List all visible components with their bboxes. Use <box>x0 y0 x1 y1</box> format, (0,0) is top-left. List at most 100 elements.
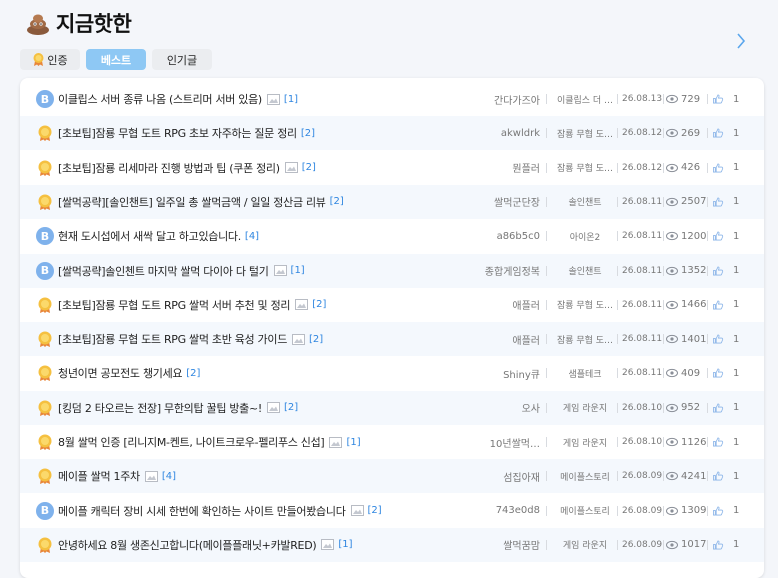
list-item[interactable]: [초보팁]잠룡 리세마라 진행 방법과 팁 (쿠폰 정리) [2] 뭔플러 잠룡 무협… <box>20 151 764 185</box>
eye-icon <box>666 403 678 412</box>
chevron-right-icon[interactable] <box>734 30 748 52</box>
post-title: 현재 도시섭에서 새싹 달고 하고있습니다. <box>58 230 241 244</box>
list-item[interactable]: 청년이면 공모전도 챙기세요 [2] Shiny큐 샘플테크 26.08.11 409 1 <box>20 356 764 390</box>
view-count-value: 1017 <box>681 539 707 551</box>
eye-icon <box>666 506 678 515</box>
tab-certified[interactable]: 인증 <box>20 49 80 70</box>
list-item[interactable]: B [쌀먹공략]솔인첸트 마지막 쌀먹 다이아 다 털기 [1] 종합게임정복 솔인챈트… <box>20 253 764 288</box>
post-title-link[interactable]: 메이플 캐릭터 장비 시세 한번에 확인하는 사이트 만들어봤습니다 [2] <box>58 494 382 528</box>
post-category[interactable]: 메이플스토리 <box>550 494 620 528</box>
post-author[interactable]: 섬집아재 <box>460 459 540 493</box>
post-category[interactable]: 솔인챈트 <box>550 254 620 288</box>
post-title-link[interactable]: [쌀먹공략][솔인챈트] 일주일 총 쌀먹금액 / 일일 정산금 리뷰 [2] <box>58 185 344 219</box>
view-count: 1352 <box>666 254 716 288</box>
post-title-link[interactable]: [쌀먹공략]솔인첸트 마지막 쌀먹 다이아 다 털기 [1] <box>58 254 305 288</box>
post-title-link[interactable]: 8월 쌀먹 인증 [리니지M-켄트, 나이트크로우-펠리푸스 신섭] [1] <box>58 425 361 459</box>
thumbs-up-icon <box>713 128 724 138</box>
like-count-value: 1 <box>733 230 740 242</box>
like-count-value: 1 <box>733 402 740 414</box>
post-author[interactable]: 애플러 <box>460 288 540 322</box>
like-count-value: 1 <box>733 470 740 482</box>
divider <box>617 94 618 104</box>
post-author[interactable]: 쌀먹꿈맘 <box>460 528 540 562</box>
view-count: 1401 <box>666 322 716 356</box>
post-title-link[interactable]: [초보팁]잠룡 무협 도트 RPG 초보 자주하는 질문 정리 [2] <box>58 116 315 150</box>
post-category[interactable]: 잠룡 무협 도… <box>550 151 620 185</box>
post-title-link[interactable]: 안녕하세요 8월 생존신고합니다(메이플플래닛+카발RED) [1] <box>58 528 353 562</box>
eye-icon <box>666 232 678 241</box>
post-title-link[interactable]: [초보팁]잠룡 무협 도트 RPG 쌀먹 서버 추천 및 정리 [2] <box>58 288 326 322</box>
list-item[interactable]: [쌀먹공략][솔인챈트] 일주일 총 쌀먹금액 / 일일 정산금 리뷰 [2] 쌀먹… <box>20 184 764 219</box>
post-category[interactable]: 잠룡 무협 도… <box>550 288 620 322</box>
divider <box>546 128 547 139</box>
post-author[interactable]: 뭔플러 <box>460 151 540 185</box>
like-count-value: 1 <box>733 196 740 208</box>
post-category[interactable]: 게임 라운지 <box>550 391 620 425</box>
image-attachment-icon <box>292 333 306 345</box>
post-date: 26.08.11 <box>622 299 662 310</box>
post-category[interactable]: 게임 라운지 <box>550 425 620 459</box>
post-category[interactable]: 이클립스 더 … <box>550 82 620 116</box>
post-title-link[interactable]: [초보팁]잠룡 무협 도트 RPG 쌀먹 초반 육성 가이드 [2] <box>58 322 323 356</box>
post-date: 26.08.11 <box>622 334 662 345</box>
post-author[interactable]: Shiny큐 <box>460 356 540 390</box>
divider <box>707 505 708 516</box>
post-author[interactable]: 오사 <box>460 391 540 425</box>
post-category[interactable]: 샘플테크 <box>550 356 620 390</box>
divider <box>707 231 708 242</box>
comment-count: [2] <box>312 299 327 311</box>
post-author[interactable]: 쌀먹군단장 <box>460 185 540 219</box>
post-title-link[interactable]: 청년이면 공모전도 챙기세요 [2] <box>58 356 200 390</box>
medal-icon <box>33 53 44 66</box>
like-count: 1 <box>712 459 752 493</box>
post-title-link[interactable]: 이클립스 서버 종류 나옴 (스트리머 서버 있음) [1] <box>58 82 298 116</box>
list-item[interactable]: [초보팁]잠룡 무협 도트 RPG 초보 자주하는 질문 정리 [2] akwldr… <box>20 116 764 151</box>
comment-count: [1] <box>346 436 361 448</box>
divider <box>617 128 618 139</box>
post-title-link[interactable]: [킹덤 2 타오르는 전장] 무한의탑 꿀팁 방출~! [2] <box>58 391 298 425</box>
post-category[interactable]: 메이플스토리 <box>550 459 620 493</box>
post-date: 26.08.10 <box>622 437 662 447</box>
list-item[interactable]: [초보팁]잠룡 무협 도트 RPG 쌀먹 서버 추천 및 정리 [2] 애플러 잠룡 … <box>20 288 764 322</box>
post-category[interactable]: 게임 라운지 <box>550 528 620 562</box>
post-author[interactable]: a86b5c0 <box>460 219 540 253</box>
like-count: 1 <box>712 322 752 356</box>
image-attachment-icon <box>329 436 343 448</box>
post-author[interactable]: 10년쌀먹… <box>460 425 540 459</box>
post-category[interactable]: 잠룡 무협 도… <box>550 116 620 150</box>
tab-best[interactable]: 베스트 <box>86 49 146 70</box>
post-author[interactable]: 743e0d8 <box>460 494 540 528</box>
list-item[interactable]: B 이클립스 서버 종류 나옴 (스트리머 서버 있음) [1] 간다가즈아 이클립스 … <box>20 82 764 116</box>
divider <box>663 265 664 276</box>
post-title-link[interactable]: 메이플 쌀먹 1주차 [4] <box>58 459 176 493</box>
post-title-link[interactable]: 현재 도시섭에서 새싹 달고 하고있습니다. [4] <box>58 219 259 253</box>
divider <box>707 128 708 139</box>
tab-popular[interactable]: 인기글 <box>152 49 212 70</box>
post-category[interactable]: 아이온2 <box>550 219 620 253</box>
comment-count: [4] <box>244 230 260 242</box>
post-title-link[interactable]: [초보팁]잠룡 리세마라 진행 방법과 팁 (쿠폰 정리) [2] <box>58 151 316 185</box>
view-count: 729 <box>666 82 716 116</box>
post-author[interactable]: 간다가즈아 <box>460 82 540 116</box>
list-item[interactable]: B 현재 도시섭에서 새싹 달고 하고있습니다. [4] a86b5c0 아이온2 26.… <box>20 219 764 253</box>
list-item[interactable]: [킹덤 2 타오르는 전장] 무한의탑 꿀팁 방출~! [2] 오사 게임 라운지 26… <box>20 390 764 425</box>
post-title: 8월 쌀먹 인증 [리니지M-켄트, 나이트크로우-펠리푸스 신섭] <box>58 436 325 449</box>
list-item[interactable]: 메이플 쌀먹 1주차 [4] 섬집아재 메이플스토리 26.08.09 4241 1 <box>20 459 764 494</box>
list-item[interactable]: B 메이플 캐릭터 장비 시세 한번에 확인하는 사이트 만들어봤습니다 [2] 74… <box>20 494 764 528</box>
divider <box>617 196 618 207</box>
post-category[interactable]: 잠룡 무협 도… <box>550 322 620 356</box>
list-item[interactable]: 안녕하세요 8월 생존신고합니다(메이플플래닛+카발RED) [1] 쌀먹꿈맘 게임 … <box>20 527 764 562</box>
divider <box>707 402 708 413</box>
post-category[interactable]: 솔인챈트 <box>550 185 620 219</box>
list-item[interactable]: [초보팁]잠룡 무협 도트 RPG 쌀먹 초반 육성 가이드 [2] 애플러 잠룡 무… <box>20 322 764 357</box>
divider <box>617 265 618 276</box>
eye-icon <box>666 129 678 138</box>
view-count: 2507 <box>666 185 716 219</box>
post-date: 26.08.13 <box>622 94 662 104</box>
post-author[interactable]: 애플러 <box>460 322 540 356</box>
post-author[interactable]: akwldrk <box>460 116 540 150</box>
post-author[interactable]: 종합게임정복 <box>460 254 540 288</box>
divider <box>546 539 547 550</box>
list-item[interactable]: 8월 쌀먹 인증 [리니지M-켄트, 나이트크로우-펠리푸스 신섭] [1] 10년… <box>20 425 764 459</box>
comment-count: [2] <box>300 127 316 139</box>
